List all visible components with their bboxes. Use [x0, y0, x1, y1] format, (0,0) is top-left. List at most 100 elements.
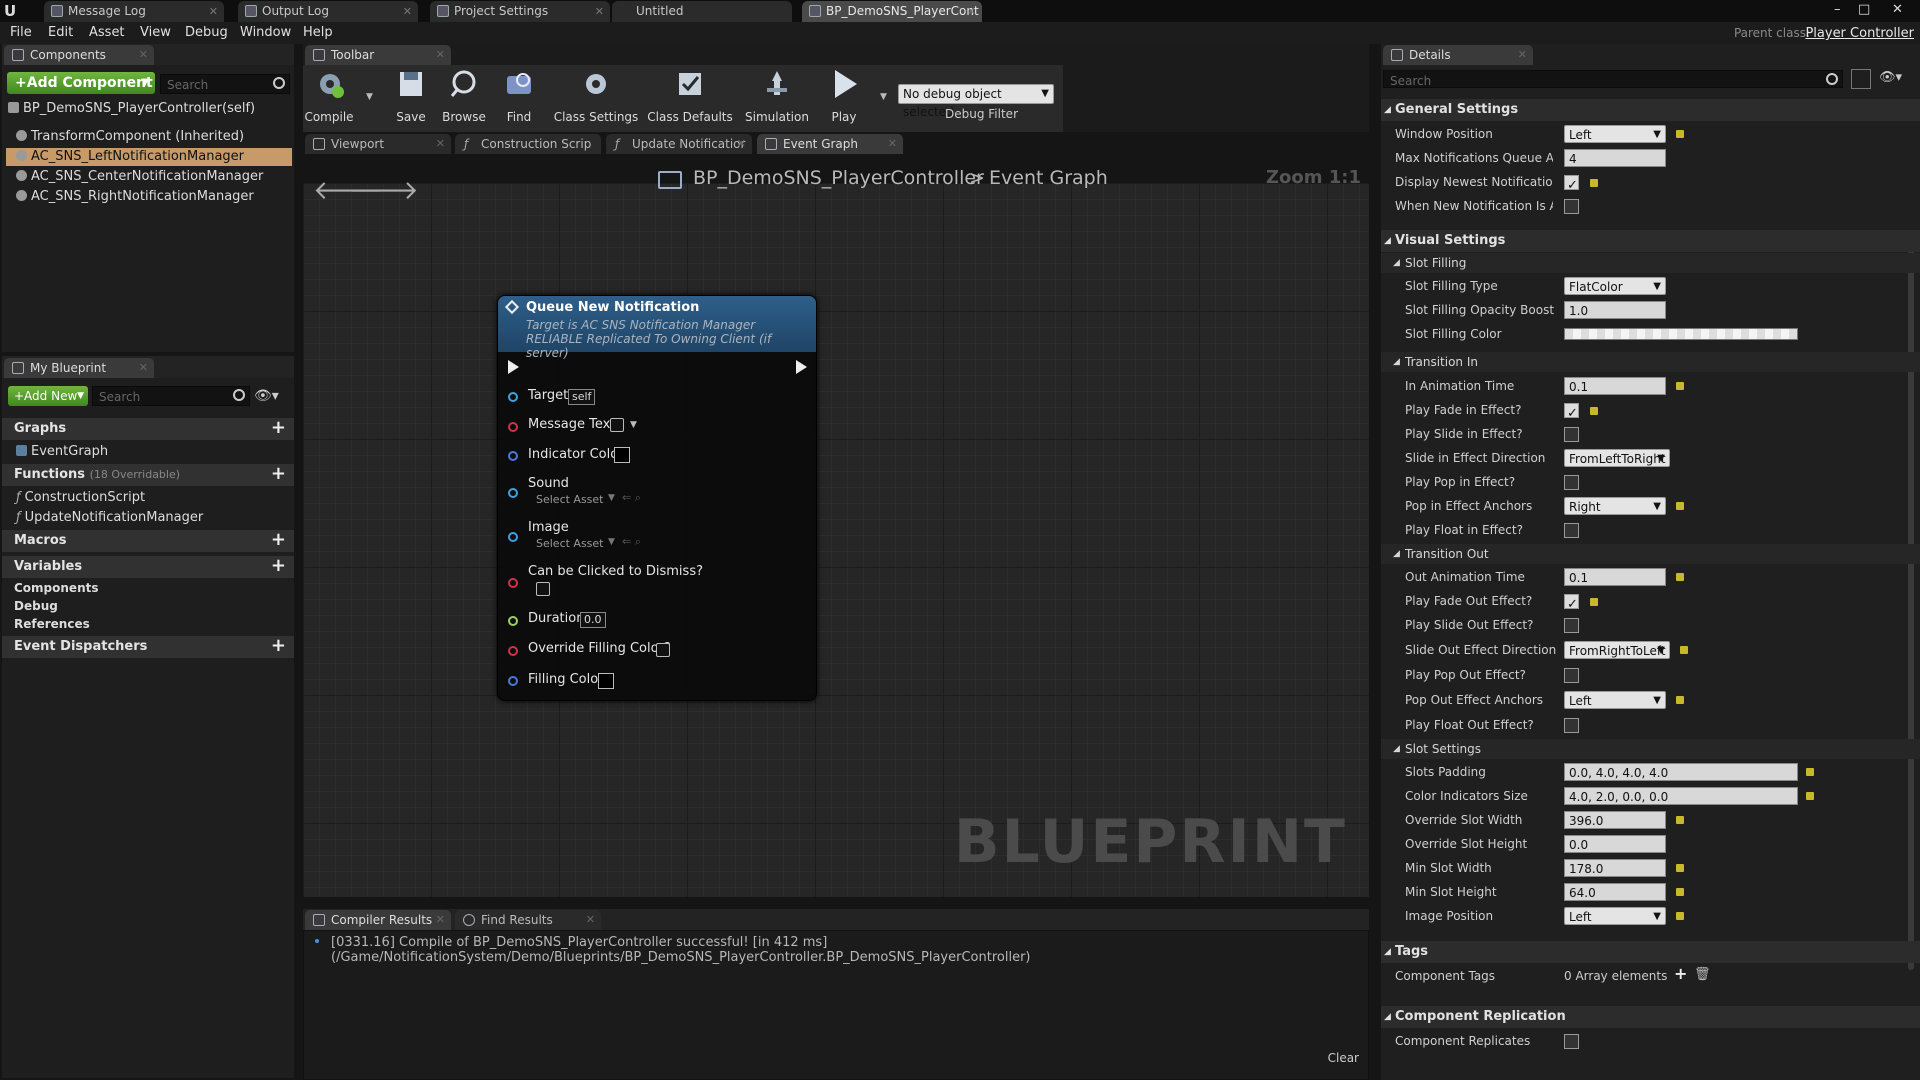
- menu-view[interactable]: View: [140, 25, 171, 40]
- override-height-input[interactable]: 0.0: [1564, 835, 1666, 853]
- component-root[interactable]: BP_DemoSNS_PlayerController(self): [8, 100, 292, 118]
- use-selected-asset-icon[interactable]: ⇐ ⌕: [622, 491, 641, 505]
- reset-to-default-icon[interactable]: [1590, 179, 1598, 187]
- reset-to-default-icon[interactable]: [1676, 130, 1684, 138]
- opacity-boost-input[interactable]: 1.0: [1564, 301, 1666, 319]
- image-position-select[interactable]: Left ▼: [1564, 907, 1666, 925]
- window-position-select[interactable]: Left ▼: [1564, 125, 1666, 143]
- slide-out-checkbox[interactable]: [1564, 618, 1579, 633]
- tab-details[interactable]: Details ✕: [1383, 45, 1533, 65]
- transition-out-group[interactable]: ◢ Transition Out: [1381, 544, 1920, 564]
- variable-category[interactable]: References: [14, 615, 284, 633]
- add-macro-icon[interactable]: +: [271, 530, 286, 550]
- exec-in-pin[interactable]: [508, 360, 519, 374]
- close-window-button[interactable]: ✕: [1892, 2, 1903, 17]
- reset-to-default-icon[interactable]: [1676, 696, 1684, 704]
- tab-construction-script[interactable]: ƒ Construction Scrip: [455, 134, 601, 154]
- breadcrumb-root[interactable]: BP_DemoSNS_PlayerController: [693, 167, 984, 189]
- slide-in-checkbox[interactable]: [1564, 427, 1579, 442]
- find-button[interactable]: Find: [491, 60, 547, 126]
- slot-filling-group[interactable]: ◢ Slot Filling: [1381, 253, 1920, 273]
- reset-to-default-icon[interactable]: [1676, 573, 1684, 581]
- parent-class-link[interactable]: Player Controller: [1805, 26, 1914, 41]
- save-button[interactable]: Save: [383, 60, 439, 126]
- reset-to-default-icon[interactable]: [1676, 382, 1684, 390]
- slide-in-direction-select[interactable]: FromLeftToRight ▼: [1564, 449, 1670, 467]
- dispatchers-section-header[interactable]: Event Dispatchers +: [2, 636, 294, 658]
- close-icon[interactable]: ✕: [737, 134, 746, 154]
- eye-icon[interactable]: 👁▾: [1879, 70, 1902, 85]
- slot-filling-color-swatch[interactable]: [1564, 328, 1798, 340]
- property-matrix-icon[interactable]: [1851, 69, 1871, 89]
- reset-to-default-icon[interactable]: [1590, 598, 1598, 606]
- indicators-size-input[interactable]: 4.0, 2.0, 0.0, 0.0: [1564, 787, 1798, 805]
- slot-filling-type-select[interactable]: FlatColor ▼: [1564, 277, 1666, 295]
- general-settings-header[interactable]: ◢ General Settings: [1381, 99, 1920, 121]
- close-icon[interactable]: ✕: [436, 134, 445, 154]
- override-filling-pin[interactable]: [508, 646, 518, 656]
- override-width-input[interactable]: 396.0: [1564, 811, 1666, 829]
- functions-section-header[interactable]: Functions (18 Overridable) +: [2, 464, 294, 486]
- browse-button[interactable]: Browse: [436, 60, 492, 126]
- add-graph-icon[interactable]: +: [271, 418, 286, 438]
- eye-icon[interactable]: 👁▾: [254, 388, 279, 404]
- slots-padding-input[interactable]: 0.0, 4.0, 4.0, 4.0: [1564, 763, 1798, 781]
- fade-in-checkbox[interactable]: [1564, 402, 1579, 426]
- add-element-icon[interactable]: +: [1674, 962, 1687, 986]
- exec-out-pin[interactable]: [796, 360, 807, 374]
- fade-out-checkbox[interactable]: [1564, 593, 1579, 617]
- dismiss-pin[interactable]: [508, 578, 518, 588]
- message-text-pin[interactable]: [508, 422, 518, 432]
- close-icon[interactable]: ✕: [436, 910, 445, 930]
- compile-button[interactable]: Compile: [300, 60, 358, 126]
- duration-pin[interactable]: [508, 616, 518, 626]
- add-variable-icon[interactable]: +: [271, 556, 286, 576]
- tab-project-settings[interactable]: Project Settings ✕: [430, 1, 610, 22]
- component-item-selected[interactable]: AC_SNS_LeftNotificationManager: [6, 148, 292, 166]
- sound-asset-select[interactable]: Select Asset: [536, 493, 604, 506]
- variable-category[interactable]: Components: [14, 579, 284, 597]
- filling-color-pin[interactable]: [508, 676, 518, 686]
- play-button[interactable]: Play: [815, 60, 873, 126]
- reset-to-default-icon[interactable]: [1676, 888, 1684, 896]
- close-icon[interactable]: ✕: [209, 1, 218, 22]
- tab-compiler-results[interactable]: Compiler Results ✕: [305, 910, 451, 930]
- tab-components[interactable]: Components ✕: [4, 45, 154, 65]
- target-pin[interactable]: [508, 392, 518, 402]
- clear-button[interactable]: Clear: [1328, 1051, 1359, 1065]
- component-item[interactable]: AC_SNS_RightNotificationManager: [16, 188, 292, 206]
- when-new-added-checkbox[interactable]: [1564, 199, 1579, 214]
- menu-help[interactable]: Help: [303, 25, 333, 40]
- queue-new-notification-node[interactable]: Queue New Notification Target is AC SNS …: [497, 295, 817, 701]
- transition-in-group[interactable]: ◢ Transition In: [1381, 352, 1920, 372]
- sound-pin[interactable]: [508, 488, 518, 498]
- float-out-checkbox[interactable]: [1564, 718, 1579, 733]
- compile-options-chevron-icon[interactable]: ▼: [366, 92, 373, 102]
- component-replicates-checkbox[interactable]: [1564, 1034, 1579, 1049]
- menu-asset[interactable]: Asset: [89, 25, 125, 40]
- tab-bp-demosns-playercontroller[interactable]: BP_DemoSNS_PlayerCont ✕: [802, 1, 982, 22]
- pop-in-checkbox[interactable]: [1564, 475, 1579, 490]
- function-item[interactable]: ƒ UpdateNotificationManager: [16, 509, 286, 527]
- component-item[interactable]: AC_SNS_CenterNotificationManager: [16, 168, 292, 186]
- use-selected-asset-icon[interactable]: ⇐ ⌕: [622, 535, 641, 549]
- message-text-input[interactable]: [610, 418, 624, 432]
- pop-out-checkbox[interactable]: [1564, 668, 1579, 683]
- close-icon[interactable]: ✕: [1518, 45, 1527, 65]
- variable-category[interactable]: Debug: [14, 597, 284, 615]
- pop-out-anchors-select[interactable]: Left ▼: [1564, 691, 1666, 709]
- close-icon[interactable]: ✕: [967, 1, 976, 22]
- reset-to-default-icon[interactable]: [1680, 646, 1688, 654]
- float-in-checkbox[interactable]: [1564, 523, 1579, 538]
- close-icon[interactable]: ✕: [888, 134, 897, 154]
- variables-section-header[interactable]: Variables +: [2, 556, 294, 578]
- component-item[interactable]: TransformComponent (Inherited): [16, 128, 292, 146]
- reset-to-default-icon[interactable]: [1676, 816, 1684, 824]
- components-search-input[interactable]: Search: [160, 74, 290, 94]
- add-function-icon[interactable]: +: [271, 464, 286, 484]
- filling-color-swatch[interactable]: [598, 673, 614, 689]
- class-defaults-button[interactable]: Class Defaults: [646, 60, 734, 126]
- pop-in-anchors-select[interactable]: Right ▼: [1564, 497, 1666, 515]
- minimize-button[interactable]: –: [1834, 2, 1841, 17]
- menu-edit[interactable]: Edit: [48, 25, 73, 40]
